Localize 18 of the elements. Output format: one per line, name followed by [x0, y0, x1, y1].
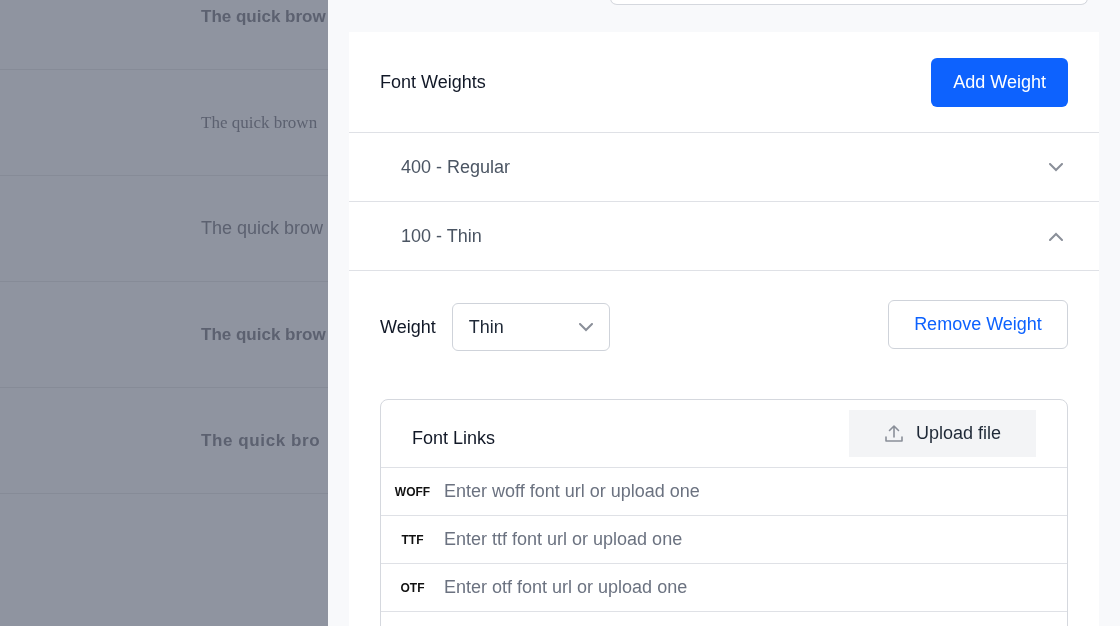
format-label: TTF: [400, 532, 425, 547]
add-weight-button[interactable]: Add Weight: [931, 57, 1068, 107]
accordion-item[interactable]: 100 - Thin: [349, 202, 1099, 271]
upload-file-button[interactable]: Upload file: [849, 410, 1036, 457]
section-title: Font Weights: [380, 71, 486, 93]
accordion-label: 100 - Thin: [401, 225, 482, 247]
weight-select[interactable]: Thin: [451, 303, 610, 351]
remove-weight-button[interactable]: Remove Weight: [888, 300, 1068, 349]
chevron-up-icon: [1049, 231, 1063, 241]
format-label: WOFF: [393, 484, 432, 499]
panel-title: Font Links: [412, 428, 496, 449]
chevron-down-icon: [1049, 162, 1063, 172]
chevron-down-icon: [578, 322, 593, 332]
format-label: OTF: [399, 580, 426, 595]
accordion-label: 400 - Regular: [401, 156, 511, 178]
upload-icon: [883, 423, 904, 444]
weight-label: Weight: [380, 316, 436, 338]
accordion-item[interactable]: 400 - Regular: [349, 133, 1099, 202]
